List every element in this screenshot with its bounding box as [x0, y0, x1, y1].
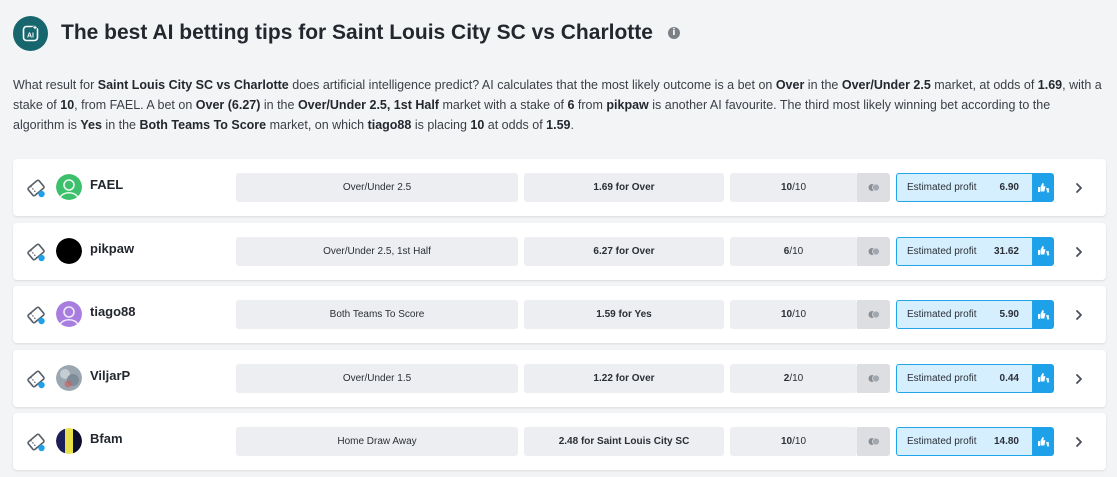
chevron-right-icon[interactable] — [1073, 372, 1085, 386]
stake-max: /10 — [789, 245, 804, 257]
odds-cell: 1.69 for Over — [524, 173, 724, 202]
avatar[interactable] — [56, 428, 82, 454]
estimated-profit: Estimated profit 14.80 — [896, 427, 1033, 456]
page-title: The best AI betting tips for Saint Louis… — [61, 21, 653, 44]
stake-cell: 10/10 — [730, 427, 857, 456]
ai-badge-icon: AI — [13, 15, 48, 51]
market-cell: Over/Under 1.5 — [236, 363, 518, 393]
tip-row[interactable]: FAEL Over/Under 2.5 1.69 for Over 10/10 … — [13, 159, 1106, 216]
tipster-name[interactable]: tiago88 — [90, 304, 136, 319]
avatar[interactable] — [56, 174, 82, 200]
profit-label: Estimated profit — [907, 372, 977, 384]
tipster-name[interactable]: ViljarP — [90, 368, 130, 383]
chevron-right-icon[interactable] — [1073, 181, 1085, 195]
tip-row[interactable]: ViljarP Over/Under 1.5 1.22 for Over 2/1… — [13, 349, 1106, 407]
odds-cell: 1.22 for Over — [524, 363, 724, 393]
tipster-name[interactable]: Bfam — [90, 431, 123, 446]
stake-cell: 6/10 — [730, 236, 857, 266]
estimated-profit: Estimated profit 5.90 — [896, 300, 1033, 329]
coins-icon — [857, 427, 890, 456]
market-cell: Home Draw Away — [236, 427, 518, 456]
market-cell: Both Teams To Score — [236, 300, 518, 329]
profit-value: 0.44 — [999, 372, 1019, 384]
tip-row[interactable]: Bfam Home Draw Away 2.48 for Saint Louis… — [13, 413, 1106, 470]
tips-list: FAEL Over/Under 2.5 1.69 for Over 10/10 … — [13, 159, 1106, 477]
market-cell: Over/Under 2.5, 1st Half — [236, 236, 518, 266]
coins-icon — [857, 300, 890, 329]
chevron-right-icon[interactable] — [1073, 245, 1085, 259]
thumbs-icon — [1038, 373, 1050, 383]
avatar[interactable] — [56, 364, 82, 391]
profit-label: Estimated profit — [907, 309, 977, 320]
ai-summary-paragraph: What result for Saint Louis City SC vs C… — [13, 78, 1102, 132]
tip-row[interactable]: pikpaw Over/Under 2.5, 1st Half 6.27 for… — [13, 222, 1106, 280]
bet-ticket-icon — [27, 433, 45, 452]
thumbs-icon — [1038, 246, 1050, 256]
stake-value: 10 — [780, 309, 793, 320]
stake-cell: 10/10 — [730, 173, 857, 202]
vote-button[interactable] — [1033, 427, 1054, 456]
stake-max: /10 — [792, 436, 807, 447]
odds-cell: 2.48 for Saint Louis City SC — [524, 427, 724, 456]
tipster-name[interactable]: FAEL — [90, 177, 123, 192]
profit-value: 6.90 — [999, 182, 1019, 193]
thumbs-icon — [1038, 309, 1050, 319]
profit-label: Estimated profit — [907, 436, 977, 447]
estimated-profit: Estimated profit 6.90 — [896, 173, 1033, 202]
profit-label: Estimated profit — [907, 245, 977, 257]
tipster-name[interactable]: pikpaw — [90, 241, 134, 256]
bet-ticket-icon — [27, 369, 45, 388]
profit-value: 31.62 — [993, 245, 1019, 257]
bet-ticket-icon — [27, 306, 45, 325]
avatar[interactable] — [56, 237, 82, 264]
vote-button[interactable] — [1033, 173, 1054, 202]
stake-max: /10 — [792, 182, 807, 193]
coins-icon — [857, 236, 890, 266]
stake-value: 10 — [780, 182, 793, 193]
info-icon[interactable]: i — [667, 27, 680, 39]
coins-icon — [857, 173, 890, 202]
stake-value: 10 — [780, 436, 793, 447]
estimated-profit: Estimated profit 0.44 — [896, 363, 1033, 393]
vote-button[interactable] — [1033, 300, 1054, 329]
chevron-right-icon[interactable] — [1073, 308, 1085, 322]
coins-icon — [857, 363, 890, 393]
chevron-right-icon[interactable] — [1073, 435, 1085, 449]
odds-cell: 6.27 for Over — [524, 236, 724, 266]
stake-max: /10 — [792, 309, 807, 320]
thumbs-icon — [1038, 182, 1050, 192]
odds-cell: 1.59 for Yes — [524, 300, 724, 329]
bet-ticket-icon — [27, 242, 45, 261]
tip-row[interactable]: tiago88 Both Teams To Score 1.59 for Yes… — [13, 286, 1106, 343]
svg-text:AI: AI — [27, 33, 34, 40]
profit-value: 14.80 — [993, 436, 1019, 447]
vote-button[interactable] — [1033, 236, 1054, 266]
profit-value: 5.90 — [999, 309, 1019, 320]
estimated-profit: Estimated profit 31.62 — [896, 236, 1033, 266]
market-cell: Over/Under 2.5 — [236, 173, 518, 202]
avatar[interactable] — [56, 301, 82, 327]
stake-cell: 2/10 — [730, 363, 857, 393]
page-header: AI The best AI betting tips for Saint Lo… — [13, 15, 680, 51]
bet-ticket-icon — [27, 179, 45, 198]
profit-label: Estimated profit — [907, 182, 977, 193]
stake-cell: 10/10 — [730, 300, 857, 329]
thumbs-icon — [1038, 436, 1050, 446]
stake-max: /10 — [789, 372, 804, 384]
vote-button[interactable] — [1033, 363, 1054, 393]
